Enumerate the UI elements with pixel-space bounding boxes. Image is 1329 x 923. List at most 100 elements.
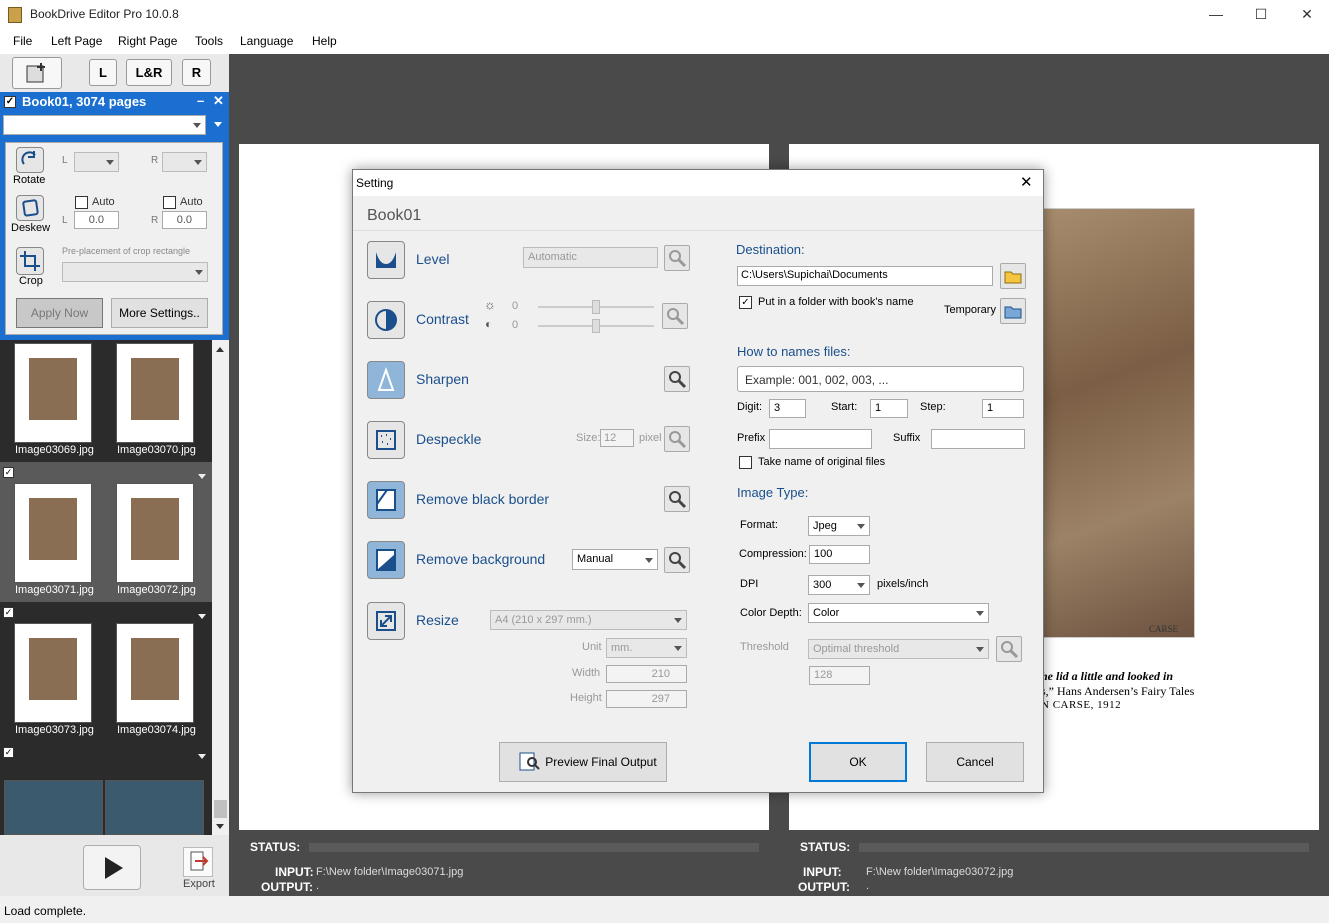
destination-path-input[interactable]: C:\Users\Supichai\Documents	[737, 266, 993, 286]
left-mode-button[interactable]: L	[89, 59, 117, 86]
temporary-folder-button[interactable]	[1000, 298, 1026, 324]
menu-help[interactable]: Help	[312, 34, 337, 48]
both-mode-button[interactable]: L&R	[126, 59, 172, 86]
minimize-icon[interactable]: —	[1193, 0, 1239, 30]
right-mode-button[interactable]: R	[182, 59, 211, 86]
thumbnail-image[interactable]	[14, 483, 92, 583]
take-original-checkbox[interactable]	[739, 456, 752, 469]
rotate-l-select[interactable]	[74, 152, 119, 172]
despeckle-button[interactable]	[367, 421, 405, 459]
more-settings-button[interactable]: More Settings..	[111, 298, 208, 328]
contrast-button[interactable]	[367, 301, 405, 339]
thumbnail-image[interactable]	[105, 780, 204, 835]
compression-label: Compression:	[739, 548, 807, 560]
resize-paper-select[interactable]: A4 (210 x 297 mm.)	[490, 610, 687, 630]
scroll-up-icon[interactable]	[216, 347, 224, 352]
dpi-select[interactable]: 300	[808, 575, 870, 595]
format-select[interactable]: Jpeg	[808, 516, 870, 536]
level-button[interactable]	[367, 241, 405, 279]
contrast-label: Contrast	[416, 311, 469, 327]
threshold-select[interactable]: Optimal threshold	[808, 639, 989, 659]
menu-language[interactable]: Language	[240, 34, 293, 48]
prefix-input[interactable]	[769, 429, 872, 449]
resize-button[interactable]	[367, 602, 405, 640]
ok-button[interactable]: OK	[809, 742, 907, 782]
thumbnail-image[interactable]	[116, 343, 194, 443]
remove-border-button[interactable]	[367, 481, 405, 519]
deskew-r-auto-checkbox[interactable]	[163, 196, 176, 209]
put-in-folder-checkbox[interactable]: ✓	[739, 296, 752, 309]
new-book-button[interactable]	[12, 57, 62, 89]
thumbnail-label: Image03071.jpg	[15, 584, 94, 596]
close-book-icon[interactable]: ✕	[213, 93, 224, 109]
row-checkbox[interactable]: ✓	[3, 467, 14, 478]
deskew-button[interactable]	[16, 195, 44, 221]
row-checkbox[interactable]: ✓	[3, 747, 14, 758]
remove-background-select[interactable]: Manual	[572, 549, 658, 570]
step-spinner[interactable]: 1	[982, 399, 1024, 418]
menu-left-page[interactable]: Left Page	[51, 34, 102, 48]
deskew-r-spinner[interactable]: 0.0	[162, 211, 207, 229]
thumbnail-image[interactable]	[14, 623, 92, 723]
book-checkbox[interactable]: ✓	[4, 96, 16, 108]
menu-file[interactable]: File	[13, 34, 32, 48]
sharpen-preview-button[interactable]	[664, 366, 690, 392]
level-select[interactable]: Automatic	[523, 247, 658, 268]
sharpen-button[interactable]	[367, 361, 405, 399]
resize-width-spinner[interactable]: 210	[606, 665, 687, 683]
scroll-thumb[interactable]	[214, 800, 227, 818]
remove-background-button[interactable]	[367, 541, 405, 579]
row-arrow-icon[interactable]	[198, 474, 206, 479]
resize-height-label: Height	[570, 692, 602, 704]
despeckle-preview-button[interactable]	[664, 426, 690, 452]
scroll-down-icon[interactable]	[216, 824, 224, 829]
deskew-l-spinner[interactable]: 0.0	[74, 211, 119, 229]
brightness-slider-thumb[interactable]	[592, 300, 600, 314]
maximize-icon[interactable]: ☐	[1238, 0, 1284, 30]
crop-button[interactable]	[16, 247, 44, 275]
close-icon[interactable]: ✕	[1284, 0, 1329, 30]
deskew-l-auto-checkbox[interactable]	[75, 196, 88, 209]
rotate-r-select[interactable]	[162, 152, 207, 172]
threshold-preview-button[interactable]	[996, 636, 1022, 662]
menu-tools[interactable]: Tools	[195, 34, 223, 48]
remove-background-preview-button[interactable]	[664, 547, 690, 573]
rotate-button[interactable]	[16, 147, 44, 173]
color-depth-select[interactable]: Color	[808, 603, 989, 623]
despeckle-size-spinner[interactable]: 12	[600, 429, 634, 447]
threshold-spinner[interactable]: 128	[809, 666, 870, 685]
cancel-button[interactable]: Cancel	[926, 742, 1024, 782]
start-spinner[interactable]: 1	[870, 399, 908, 418]
thumbnail-scrollbar[interactable]	[212, 340, 229, 835]
browse-folder-button[interactable]	[1000, 263, 1026, 289]
resize-unit-select[interactable]: mm.	[606, 638, 687, 658]
book-select[interactable]	[3, 115, 206, 135]
resize-height-spinner[interactable]: 297	[606, 690, 687, 708]
collapse-icon[interactable]: –	[197, 93, 204, 108]
thumbnail-image[interactable]	[116, 483, 194, 583]
temporary-label: Temporary	[944, 304, 996, 316]
level-preview-button[interactable]	[664, 245, 690, 271]
contrast-slider-thumb[interactable]	[592, 319, 600, 333]
apply-now-button[interactable]: Apply Now	[16, 298, 103, 328]
thumbnail-image[interactable]	[4, 780, 103, 835]
row-checkbox[interactable]: ✓	[3, 607, 14, 618]
preview-final-output-button[interactable]: Preview Final Output	[499, 742, 667, 782]
remove-border-preview-button[interactable]	[664, 486, 690, 512]
thumbnail-image[interactable]	[116, 623, 194, 723]
remove-background-icon	[376, 549, 396, 571]
thumbnail-image[interactable]	[14, 343, 92, 443]
compression-spinner[interactable]: 100	[809, 545, 870, 564]
row-arrow-icon[interactable]	[198, 754, 206, 759]
contrast-preview-button[interactable]	[662, 303, 688, 329]
dialog-close-icon[interactable]: ✕	[1020, 173, 1033, 191]
dropdown-arrow-icon[interactable]	[214, 122, 222, 127]
suffix-input[interactable]	[931, 429, 1025, 449]
row-arrow-icon[interactable]	[198, 614, 206, 619]
export-button[interactable]	[183, 847, 213, 877]
crop-preset-select[interactable]	[62, 262, 208, 282]
left-toolbar: L L&R R	[0, 54, 229, 92]
menu-right-page[interactable]: Right Page	[118, 34, 177, 48]
play-button[interactable]	[83, 845, 141, 890]
digit-spinner[interactable]: 3	[769, 399, 806, 418]
